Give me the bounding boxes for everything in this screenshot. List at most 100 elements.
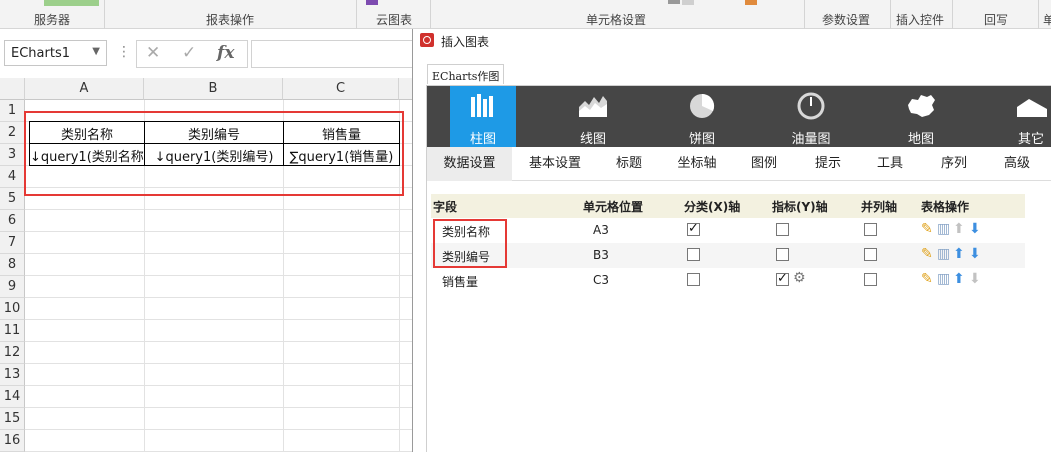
- ribbon-separator: [804, 0, 805, 29]
- more-options-icon[interactable]: ⋮: [117, 44, 131, 60]
- ribbon-icon-fragment[interactable]: [668, 0, 680, 4]
- cancel-icon[interactable]: ✕: [146, 43, 160, 63]
- row-header[interactable]: 16: [0, 430, 25, 452]
- arrow-up-icon[interactable]: ⬆: [953, 221, 965, 237]
- ribbon-icon-fragment[interactable]: [745, 0, 757, 5]
- line-chart-icon: [579, 96, 607, 117]
- fx-icon[interactable]: fx: [217, 43, 234, 63]
- gear-icon[interactable]: ⚙: [793, 270, 806, 286]
- row-header[interactable]: 8: [0, 254, 25, 276]
- row-header[interactable]: 10: [0, 298, 25, 320]
- formula-input[interactable]: [251, 40, 414, 68]
- tab-basic-settings[interactable]: 基本设置: [520, 147, 590, 181]
- row-header[interactable]: 14: [0, 386, 25, 408]
- formula-bar: ECharts1 ▼ ⋮ ✕ ✓ fx: [0, 36, 414, 72]
- row-header[interactable]: 1: [0, 100, 25, 122]
- column-header-a[interactable]: A: [25, 78, 144, 100]
- dialog-titlebar[interactable]: 插入图表: [413, 29, 1051, 51]
- tab-legend[interactable]: 图例: [739, 147, 789, 181]
- trash-icon[interactable]: ▥: [937, 271, 950, 287]
- tab-tools[interactable]: 工具: [865, 147, 915, 181]
- header-cell-position: 单元格位置: [583, 200, 644, 214]
- cell-position: C3: [593, 273, 610, 287]
- chart-type-gauge-chart[interactable]: 油量图: [778, 86, 844, 147]
- row-header[interactable]: 13: [0, 364, 25, 386]
- ribbon-button-fragment[interactable]: [44, 0, 99, 6]
- tab-echarts[interactable]: ECharts作图: [427, 64, 505, 84]
- cell-position: B3: [593, 248, 609, 262]
- grid-line: [25, 209, 412, 210]
- arrow-up-icon[interactable]: ⬆: [953, 271, 965, 287]
- x-axis-checkbox[interactable]: [687, 221, 700, 236]
- confirm-icon[interactable]: ✓: [182, 43, 196, 63]
- tab-title[interactable]: 标题: [599, 147, 659, 181]
- gauge-chart-icon: [797, 92, 825, 120]
- grid-line: [25, 319, 412, 320]
- row-header[interactable]: 15: [0, 408, 25, 430]
- grid-line: [25, 407, 412, 408]
- row-header[interactable]: 12: [0, 342, 25, 364]
- spreadsheet-grid[interactable]: A B C 1 2 3 4 5 6 7 8 9 10 11 12 13 14 15 16 类别名称 类别编号 …: [0, 78, 412, 452]
- arrow-down-icon[interactable]: ⬇: [969, 246, 981, 262]
- name-box[interactable]: ECharts1 ▼: [4, 40, 107, 66]
- column-header-d[interactable]: [399, 78, 412, 100]
- x-axis-checkbox[interactable]: [687, 248, 700, 261]
- edit-icon[interactable]: ✎: [921, 246, 933, 262]
- highlight-box: [433, 219, 507, 268]
- ribbon-icon-fragment[interactable]: [682, 0, 694, 5]
- row-header[interactable]: 3: [0, 144, 25, 166]
- parallel-axis-checkbox[interactable]: [864, 223, 877, 236]
- parallel-axis-checkbox[interactable]: [864, 273, 877, 286]
- select-all-corner[interactable]: [0, 78, 25, 100]
- chevron-down-icon[interactable]: ▼: [92, 46, 100, 57]
- grid-line: [25, 253, 412, 254]
- tab-advanced[interactable]: 高级: [992, 147, 1042, 181]
- column-header-b[interactable]: B: [144, 78, 283, 100]
- y-axis-checkbox[interactable]: [776, 248, 789, 261]
- header-field: 字段: [433, 200, 458, 214]
- tab-axis[interactable]: 坐标轴: [667, 147, 727, 181]
- trash-icon[interactable]: ▥: [937, 221, 950, 237]
- chart-type-line-chart[interactable]: 线图: [560, 86, 626, 147]
- y-axis-checkbox[interactable]: [776, 271, 789, 286]
- column-header-c[interactable]: C: [283, 78, 399, 100]
- ribbon-separator: [952, 0, 953, 29]
- chart-type-map-chart[interactable]: 地图: [888, 86, 954, 147]
- ribbon-separator: [430, 0, 431, 29]
- edit-icon[interactable]: ✎: [921, 271, 933, 287]
- edit-icon[interactable]: ✎: [921, 221, 933, 237]
- arrow-down-icon[interactable]: ⬇: [969, 221, 981, 237]
- parallel-axis-checkbox[interactable]: [864, 248, 877, 261]
- tab-series[interactable]: 序列: [929, 147, 979, 181]
- chart-type-other-chart[interactable]: 其它: [998, 86, 1051, 147]
- chart-type-label: 油量图: [791, 132, 831, 147]
- trash-icon[interactable]: ▥: [937, 246, 950, 262]
- row-header[interactable]: 7: [0, 232, 25, 254]
- row-header[interactable]: 11: [0, 320, 25, 342]
- row-header[interactable]: 6: [0, 210, 25, 232]
- ribbon-separator: [890, 0, 891, 29]
- header-y-axis: 指标(Y)轴: [772, 200, 828, 214]
- chart-type-bar: 柱图 线图 饼图 油量图 地图 其它: [427, 86, 1051, 147]
- y-axis-checkbox[interactable]: [776, 223, 789, 236]
- arrow-up-icon[interactable]: ⬆: [953, 246, 965, 262]
- tab-tooltip[interactable]: 提示: [803, 147, 853, 181]
- pie-chart-icon: [690, 93, 715, 118]
- arrow-down-icon[interactable]: ⬇: [969, 271, 981, 287]
- row-header[interactable]: 9: [0, 276, 25, 298]
- chart-type-pie-chart[interactable]: 饼图: [669, 86, 735, 147]
- header-parallel-axis: 并列轴: [861, 200, 898, 214]
- dialog-title: 插入图表: [441, 35, 490, 49]
- grid-line: [25, 341, 412, 342]
- tab-data-settings[interactable]: 数据设置: [427, 147, 512, 181]
- chart-type-bar-chart[interactable]: 柱图: [450, 86, 516, 147]
- chart-type-label: 地图: [907, 132, 934, 147]
- header-table-actions: 表格操作: [921, 200, 970, 214]
- ribbon-icon-fragment[interactable]: [366, 0, 378, 5]
- row-header[interactable]: 2: [0, 122, 25, 144]
- settings-tabs: 数据设置 基本设置 标题 坐标轴 图例 提示 工具 序列 高级: [427, 147, 1051, 181]
- grid-line: [25, 363, 412, 364]
- x-axis-checkbox[interactable]: [687, 273, 700, 286]
- row-header[interactable]: 4: [0, 166, 25, 188]
- row-header[interactable]: 5: [0, 188, 25, 210]
